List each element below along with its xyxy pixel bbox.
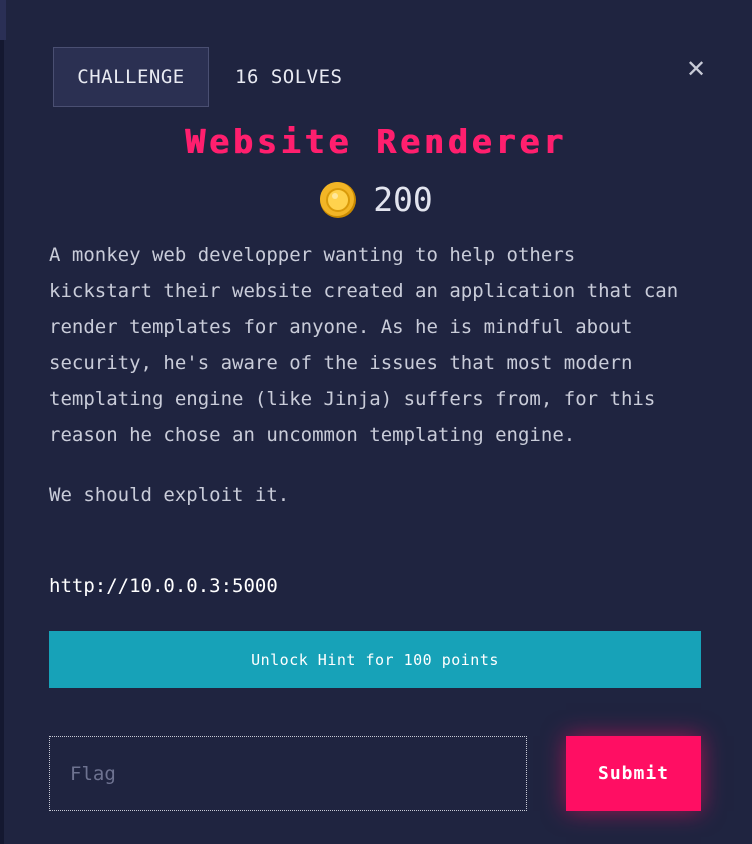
close-icon[interactable]: ✕ xyxy=(685,55,707,83)
tab-challenge[interactable]: CHALLENGE xyxy=(53,47,209,107)
description-paragraph: We should exploit it. xyxy=(49,484,290,506)
tab-solves[interactable]: 16 SOLVES xyxy=(235,66,342,88)
challenge-url[interactable]: http://10.0.0.3:5000 xyxy=(49,575,278,597)
points-row: 200 xyxy=(0,180,752,219)
submit-button[interactable]: Submit xyxy=(566,736,701,811)
challenge-points: 200 xyxy=(373,180,433,219)
unlock-hint-button[interactable]: Unlock Hint for 100 points xyxy=(49,631,701,688)
challenge-tabs: CHALLENGE 16 SOLVES xyxy=(53,47,342,107)
coin-icon xyxy=(320,181,357,218)
flag-input[interactable] xyxy=(49,736,527,811)
challenge-title: Website Renderer xyxy=(185,122,567,161)
description-paragraph: A monkey web developper wanting to help … xyxy=(49,244,679,446)
challenge-description: A monkey web developper wanting to help … xyxy=(49,237,689,537)
